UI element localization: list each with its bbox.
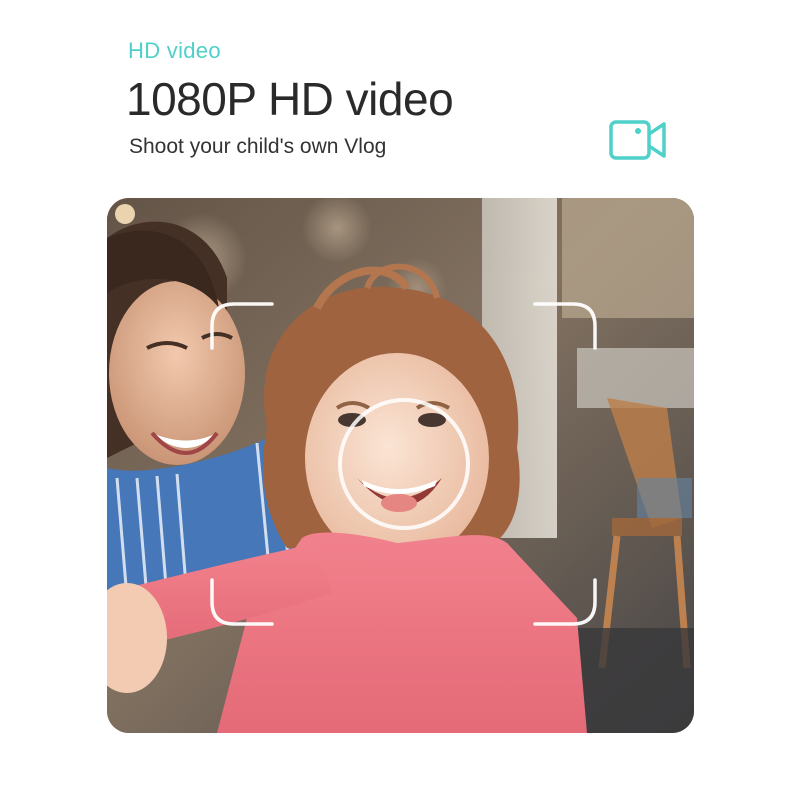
video-camera-icon [609, 120, 666, 160]
photo-scene [107, 198, 694, 733]
page-subtitle: Shoot your child's own Vlog [129, 135, 387, 158]
page-title: 1080P HD video [126, 73, 454, 125]
eyebrow-label: HD video [128, 38, 221, 63]
hero-photo [107, 198, 694, 733]
